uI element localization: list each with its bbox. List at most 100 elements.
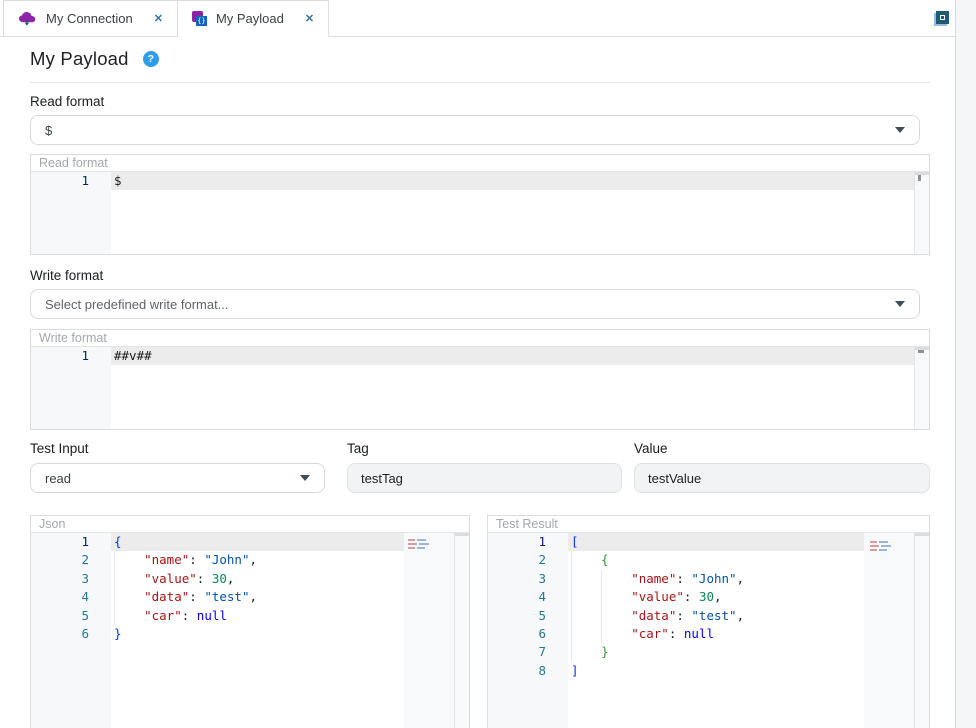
- payload-icon: {}: [192, 11, 207, 26]
- value-label: Value: [634, 441, 668, 456]
- scrollbar[interactable]: [914, 347, 929, 429]
- tab-bar: My Connection ✕ {} My Payload ✕: [0, 0, 955, 37]
- indent-guide: [114, 588, 144, 606]
- indent-guide: [571, 570, 601, 588]
- code-line: "data": "test",: [571, 607, 864, 625]
- code-area[interactable]: $: [111, 172, 914, 254]
- indent-guide: [601, 607, 631, 625]
- page-scrollbar-track[interactable]: [955, 0, 976, 728]
- write-format-select[interactable]: Select predefined write format...: [30, 289, 920, 319]
- code-token: :: [182, 608, 197, 623]
- code-token: {: [601, 552, 609, 567]
- code-line: "name": "John",: [114, 551, 404, 569]
- indent-guide: [571, 625, 601, 643]
- code-line: ]: [571, 662, 864, 680]
- code-token: ,: [249, 552, 257, 567]
- line-number: 2: [31, 551, 89, 569]
- editor-title: Json: [31, 516, 469, 533]
- code-token: ,: [227, 571, 235, 586]
- write-format-editor[interactable]: Write format 1 ##v##: [30, 329, 930, 430]
- scrollbar[interactable]: [914, 533, 929, 728]
- test-input-select[interactable]: read: [30, 463, 325, 493]
- code-line: "value": 30,: [114, 570, 404, 588]
- code-area[interactable]: { "name": "John","value": 30,"data": "tes…: [111, 533, 404, 728]
- editor-title: Test Result: [488, 516, 929, 533]
- indent-guide: [601, 625, 631, 643]
- code-token: }: [114, 626, 122, 641]
- code-token: 30: [212, 571, 227, 586]
- chevron-down-icon: [895, 127, 905, 133]
- editor-title: Write format: [31, 330, 929, 347]
- page-title: My Payload: [30, 48, 129, 70]
- write-format-select-placeholder: Select predefined write format...: [45, 297, 229, 312]
- code-token: "data": [144, 589, 189, 604]
- scrollbar[interactable]: [914, 172, 929, 254]
- close-icon[interactable]: ✕: [305, 12, 314, 25]
- tag-label: Tag: [347, 441, 369, 456]
- code-line: "name": "John",: [571, 570, 864, 588]
- connection-cloud-icon: [18, 11, 37, 27]
- code-token: {: [114, 534, 122, 549]
- indent-guide: [601, 570, 631, 588]
- code-token: :: [676, 608, 691, 623]
- app-window: My Connection ✕ {} My Payload ✕ My Paylo…: [0, 0, 976, 728]
- code-token: :: [669, 626, 684, 641]
- chevron-down-icon: [300, 475, 310, 481]
- line-number: 1: [488, 533, 546, 551]
- code-line: "data": "test",: [114, 588, 404, 606]
- help-icon[interactable]: ?: [143, 51, 159, 67]
- test-result-editor[interactable]: Test Result 12345678 [{"name": "John","v…: [487, 515, 930, 728]
- code-token: "name": [631, 571, 676, 586]
- window-app-icon[interactable]: [934, 11, 949, 26]
- code-line: "value": 30,: [571, 588, 864, 606]
- code-token: "car": [144, 608, 182, 623]
- code-token: "value": [631, 589, 684, 604]
- line-number-gutter: 1: [31, 347, 111, 429]
- code-line: [: [568, 533, 864, 551]
- code-line: $: [111, 172, 914, 190]
- read-format-select-value: $: [45, 123, 52, 138]
- minimap[interactable]: [864, 533, 914, 728]
- header-divider: [30, 82, 930, 83]
- code-token: ,: [737, 571, 745, 586]
- code-token: :: [189, 589, 204, 604]
- indent-guide: [571, 643, 601, 661]
- tab-my-connection[interactable]: My Connection ✕: [3, 0, 178, 37]
- read-format-editor[interactable]: Read format 1 $: [30, 154, 930, 255]
- indent-guide: [114, 607, 144, 625]
- code-token: "test": [691, 608, 736, 623]
- code-token: }: [601, 644, 609, 659]
- code-token: "data": [631, 608, 676, 623]
- scrollbar[interactable]: [454, 533, 469, 728]
- code-token: ,: [714, 589, 722, 604]
- line-number-gutter: 1: [31, 172, 111, 254]
- read-format-label: Read format: [30, 94, 104, 109]
- line-number: 1: [31, 533, 89, 551]
- code-line: }: [114, 625, 404, 643]
- minimap[interactable]: [404, 533, 454, 728]
- test-input-select-value: read: [45, 471, 71, 486]
- code-token: "test": [204, 589, 249, 604]
- indent-guide: [114, 570, 144, 588]
- line-number: 5: [488, 607, 546, 625]
- code-line: ##v##: [111, 347, 914, 365]
- code-token: ]: [571, 663, 579, 678]
- value-field[interactable]: [634, 463, 930, 493]
- line-number-gutter: 123456: [31, 533, 111, 728]
- line-number: 6: [488, 625, 546, 643]
- write-format-label: Write format: [30, 268, 103, 283]
- tab-label: My Payload: [216, 11, 284, 26]
- line-number: 1: [31, 172, 89, 190]
- code-token: :: [189, 552, 204, 567]
- line-number: 1: [31, 347, 89, 365]
- code-area[interactable]: [{"name": "John","value": 30,"data": "te…: [568, 533, 864, 728]
- close-icon[interactable]: ✕: [154, 12, 163, 25]
- line-number: 5: [31, 607, 89, 625]
- tag-field[interactable]: [347, 463, 622, 493]
- line-number: 3: [31, 570, 89, 588]
- indent-guide: [114, 551, 144, 569]
- read-format-select[interactable]: $: [30, 115, 920, 145]
- json-editor[interactable]: Json 123456 { "name": "John","value": 30,…: [30, 515, 470, 728]
- code-area[interactable]: ##v##: [111, 347, 914, 429]
- tab-my-payload[interactable]: {} My Payload ✕: [178, 0, 329, 37]
